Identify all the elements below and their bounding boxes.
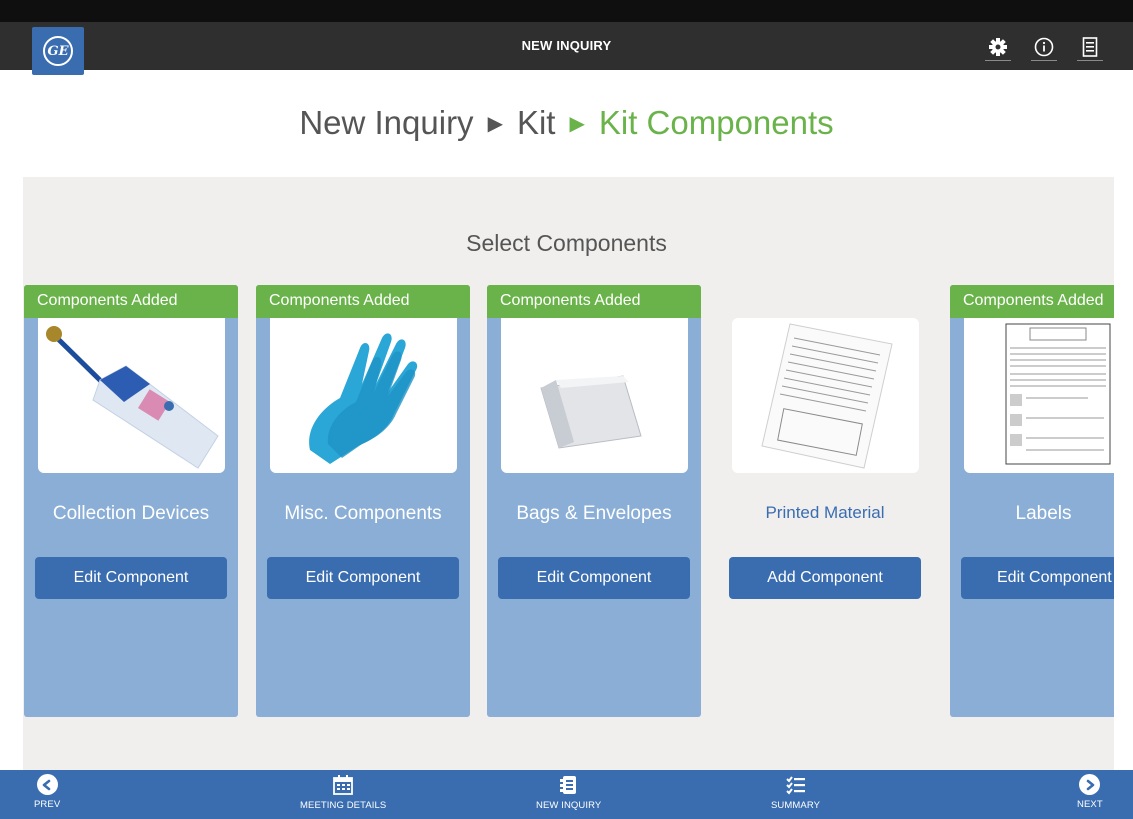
- meeting-details-button[interactable]: MEETING DETAILS: [300, 774, 386, 811]
- component-name: Printed Material: [765, 503, 885, 522]
- component-name: Labels: [1015, 503, 1072, 524]
- new-inquiry-label: NEW INQUIRY: [536, 800, 602, 811]
- checklist-icon: [785, 776, 805, 795]
- section-title: Select Components: [466, 230, 667, 256]
- list-icon[interactable]: [1077, 33, 1103, 61]
- printed-document-image: [732, 318, 919, 473]
- add-component-button[interactable]: Add Component: [729, 557, 921, 599]
- component-name: Bags & Envelopes: [516, 503, 672, 524]
- page-header-title: NEW INQUIRY: [521, 38, 612, 53]
- status-badge: Components Added: [256, 285, 470, 318]
- calendar-icon: [333, 775, 354, 795]
- status-strip: [0, 0, 1133, 22]
- meeting-details-label: MEETING DETAILS: [300, 800, 387, 811]
- edit-component-button[interactable]: Edit Component: [35, 557, 227, 599]
- collection-device-image: [38, 318, 225, 473]
- summary-label: SUMMARY: [771, 800, 821, 811]
- top-bar: [0, 0, 1133, 70]
- new-inquiry-button[interactable]: NEW INQUIRY: [536, 774, 601, 811]
- component-card-printed-material[interactable]: Printed Material Add Component: [718, 285, 932, 717]
- chevron-right-icon: [1079, 774, 1101, 795]
- status-badge: Components Added: [24, 285, 238, 318]
- breadcrumb-kit[interactable]: Kit: [517, 104, 556, 142]
- prev-button[interactable]: PREV: [34, 774, 60, 810]
- status-badge: Components Added: [950, 285, 1114, 318]
- status-badge: Components Added: [487, 285, 701, 318]
- edit-component-button[interactable]: Edit Component: [498, 557, 690, 599]
- edit-component-button[interactable]: Edit Component: [267, 557, 459, 599]
- component-card-misc-components[interactable]: Components Added Misc. Components Edit C…: [256, 285, 470, 717]
- chevron-left-icon: [36, 774, 58, 795]
- breadcrumb-new-inquiry[interactable]: New Inquiry: [299, 104, 473, 142]
- bottom-nav-bar: PREV MEETING DETAILS NEW INQUIRY SUMMARY…: [0, 770, 1133, 819]
- component-card-labels[interactable]: Components Added Labels Edit Component: [950, 285, 1114, 717]
- triangle-right-icon: ▶: [569, 112, 585, 135]
- next-button[interactable]: NEXT: [1077, 774, 1103, 810]
- component-name: Misc. Components: [284, 503, 442, 524]
- component-card-bags-envelopes[interactable]: Components Added Bags & Envelopes Edit C…: [487, 285, 701, 717]
- info-icon[interactable]: [1031, 33, 1057, 61]
- header-actions: [985, 33, 1103, 61]
- prev-label: PREV: [34, 799, 61, 810]
- label-document-image: [964, 318, 1114, 473]
- gloves-image: [270, 318, 457, 473]
- edit-component-button[interactable]: Edit Component: [961, 557, 1114, 599]
- summary-button[interactable]: SUMMARY: [771, 774, 820, 811]
- breadcrumb-kit-components: Kit Components: [598, 104, 834, 141]
- triangle-right-icon: ▶: [487, 112, 503, 135]
- next-label: NEXT: [1077, 799, 1103, 810]
- breadcrumb: New Inquiry ▶ Kit ▶ Kit Components: [0, 104, 1133, 142]
- inquiry-list-icon: [559, 776, 576, 794]
- component-card-collection-devices[interactable]: Components Added Collection Devices Edit…: [24, 285, 238, 717]
- gear-icon[interactable]: [985, 33, 1011, 61]
- component-name: Collection Devices: [52, 503, 210, 524]
- foil-bag-image: [501, 318, 688, 473]
